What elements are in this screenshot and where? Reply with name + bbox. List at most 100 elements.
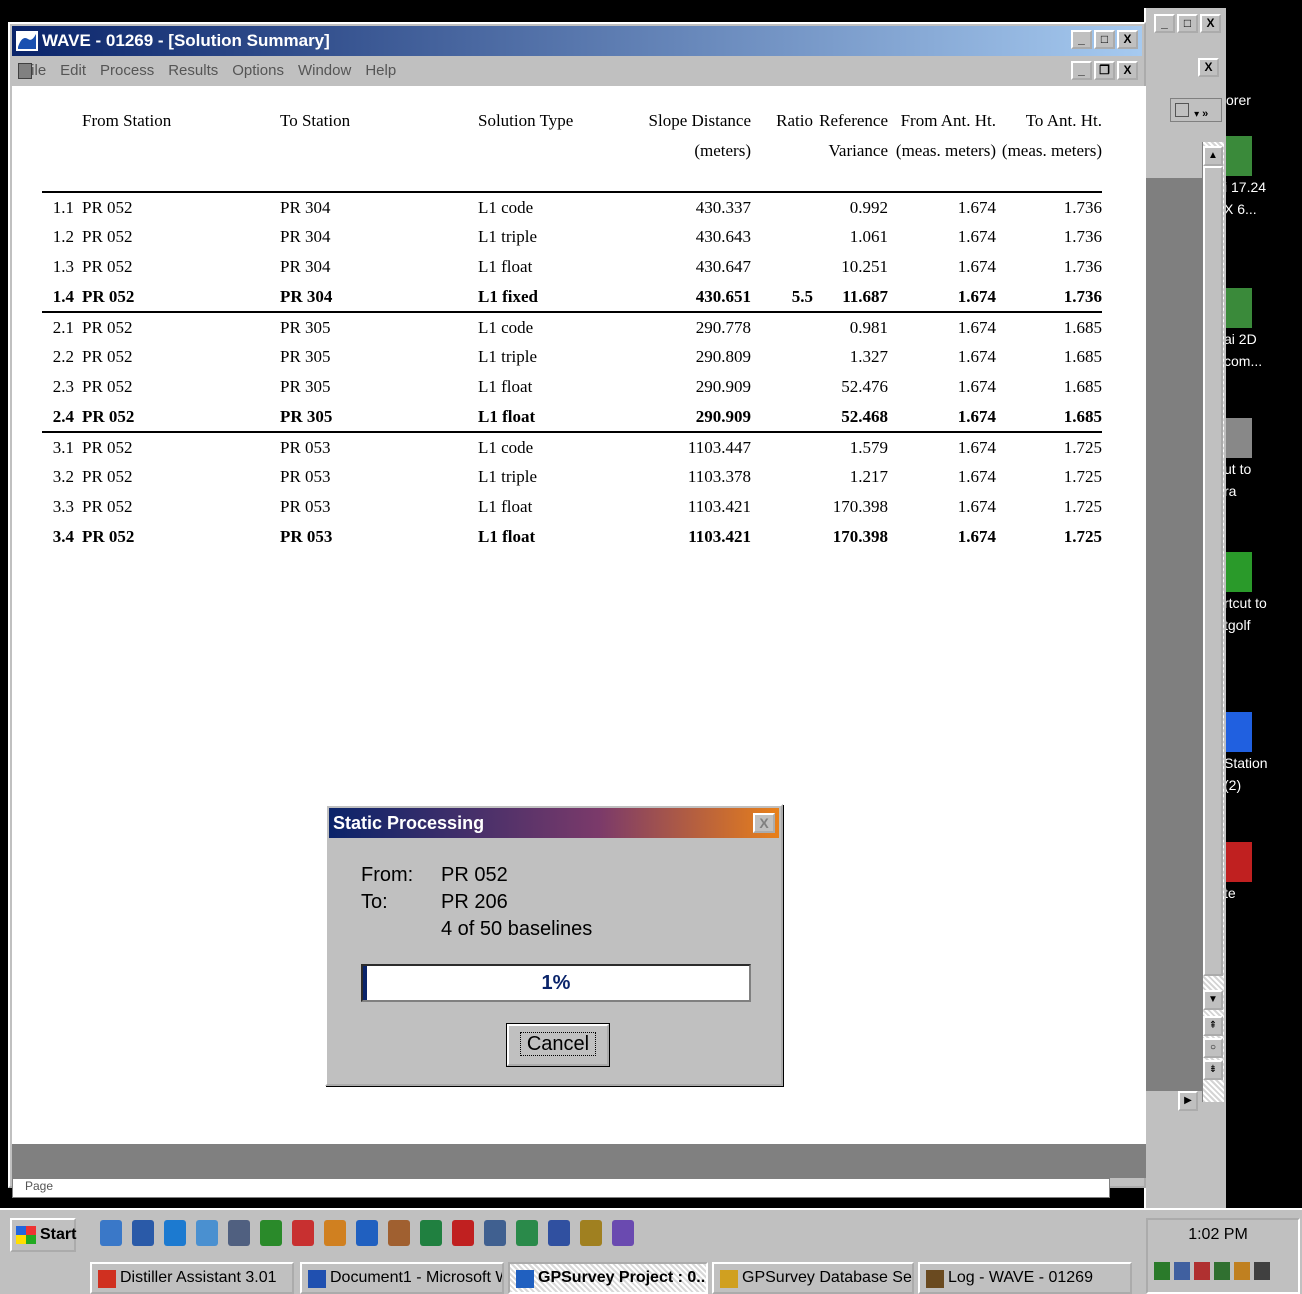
- menu-edit[interactable]: Edit: [60, 58, 86, 84]
- table-row[interactable]: 3.1 PR 052 PR 053 L1 code 1103.447 1.579 1.674…: [42, 432, 1102, 462]
- horizontal-scrollbar[interactable]: ▶: [1146, 1090, 1202, 1112]
- quick-launch-icon[interactable]: [292, 1220, 314, 1246]
- scroll-right-icon[interactable]: ▶: [1178, 1091, 1198, 1111]
- menu-options[interactable]: Options: [232, 58, 284, 84]
- row-reference-variance: 0.992: [849, 197, 888, 217]
- menu-help[interactable]: Help: [365, 58, 396, 84]
- quick-launch-icon[interactable]: [420, 1220, 442, 1246]
- row-from-ant-ht: 1.674: [957, 497, 996, 516]
- row-ratio: [751, 372, 813, 402]
- dialog-title-bar[interactable]: Static Processing X: [329, 808, 779, 838]
- row-to-station: PR 305: [280, 402, 478, 433]
- desktop-shortcut[interactable]: rtcut to tgolf: [1224, 552, 1302, 636]
- document-close-button[interactable]: X: [1117, 61, 1138, 80]
- quick-launch-icon[interactable]: [484, 1220, 506, 1246]
- quick-launch-icon[interactable]: [388, 1220, 410, 1246]
- taskbar-button[interactable]: Distiller Assistant 3.01: [90, 1262, 294, 1294]
- row-ratio: [751, 192, 813, 222]
- desktop-shortcut[interactable]: Station (2): [1224, 712, 1302, 796]
- taskbar-button[interactable]: GPSurvey Project : 0...: [508, 1262, 708, 1294]
- table-row[interactable]: 2.3 PR 052 PR 305 L1 float 290.909 52.476 1.67…: [42, 372, 1102, 402]
- taskbar-button[interactable]: Log - WAVE - 01269: [918, 1262, 1132, 1294]
- quick-launch-icon[interactable]: [324, 1220, 346, 1246]
- desktop-shortcut[interactable]: i 17.24 X 6...: [1224, 136, 1302, 220]
- maximize-button[interactable]: □: [1177, 14, 1198, 33]
- select-browse-object-icon[interactable]: ○: [1203, 1038, 1223, 1058]
- row-solution-type: L1 code: [478, 317, 534, 337]
- quick-launch-icon[interactable]: [100, 1220, 122, 1246]
- taskbar-button[interactable]: Document1 - Microsoft Word: [300, 1262, 504, 1294]
- row-from-station: PR 052: [82, 197, 133, 217]
- table-row[interactable]: 1.2 PR 052 PR 304 L1 triple 430.643 1.061 1.67…: [42, 222, 1102, 252]
- table-row[interactable]: 3.3 PR 052 PR 053 L1 float 1103.421 170.398 1.…: [42, 492, 1102, 522]
- taskbar-button[interactable]: GPSurvey Database Server: [712, 1262, 914, 1294]
- quick-launch-icon[interactable]: [612, 1220, 634, 1246]
- scroll-up-icon[interactable]: ▲: [1203, 146, 1223, 166]
- table-row[interactable]: 3.4 PR 052 PR 053 L1 float 1103.421 170.398 1.…: [42, 522, 1102, 552]
- shortcut-label: ai 2D com...: [1224, 331, 1263, 369]
- more-icon[interactable]: »: [1202, 108, 1208, 120]
- desktop-shortcut[interactable]: ai 2D com...: [1224, 288, 1302, 372]
- document-restore-button[interactable]: ❐: [1094, 61, 1115, 80]
- tray-icon[interactable]: [1234, 1262, 1250, 1280]
- row-id: 2.2: [52, 347, 74, 366]
- row-slope-distance: 1103.447: [687, 437, 751, 457]
- close-button[interactable]: X: [1200, 14, 1221, 33]
- menu-window[interactable]: Window: [298, 58, 351, 84]
- menu-process[interactable]: Process: [100, 58, 154, 84]
- scroll-thumb[interactable]: [1203, 166, 1223, 976]
- maximize-button[interactable]: □: [1094, 30, 1115, 49]
- quick-launch-icon[interactable]: [164, 1220, 186, 1246]
- dialog-close-button[interactable]: X: [753, 813, 775, 833]
- row-from-station: PR 052: [82, 437, 133, 457]
- table-row[interactable]: 1.4 PR 052 PR 304 L1 fixed 430.651 5.5 11.687 1…: [42, 282, 1102, 313]
- vertical-scrollbar[interactable]: ▲ ▼ ⇞ ○ ⇟: [1202, 142, 1224, 1102]
- table-row[interactable]: 2.2 PR 052 PR 305 L1 triple 290.809 1.327 1.67…: [42, 342, 1102, 372]
- next-page-icon[interactable]: ⇟: [1203, 1060, 1223, 1080]
- row-from-station: PR 052: [82, 347, 133, 366]
- desktop-shortcut[interactable]: te: [1224, 842, 1302, 904]
- close-button[interactable]: X: [1117, 30, 1138, 49]
- tray-icon[interactable]: [1254, 1262, 1270, 1280]
- toolbar-dropdown[interactable]: ▾ »: [1170, 98, 1222, 122]
- quick-launch-icon[interactable]: [516, 1220, 538, 1246]
- tray-icon[interactable]: [1214, 1262, 1230, 1280]
- quick-launch-icon[interactable]: [228, 1220, 250, 1246]
- document-icon[interactable]: [18, 63, 32, 79]
- quick-launch-icon[interactable]: [580, 1220, 602, 1246]
- row-from-station: PR 052: [82, 467, 133, 486]
- desktop-shortcut[interactable]: ut to ra: [1224, 418, 1302, 502]
- table-row[interactable]: 2.4 PR 052 PR 305 L1 float 290.909 52.468 1.67…: [42, 402, 1102, 433]
- title-bar[interactable]: WAVE - 01269 - [Solution Summary] _ □ X: [12, 26, 1142, 56]
- quick-launch-icon[interactable]: [452, 1220, 474, 1246]
- tray-icon[interactable]: [1194, 1262, 1210, 1280]
- close-document-button[interactable]: X: [1198, 58, 1219, 77]
- previous-page-icon[interactable]: ⇞: [1203, 1016, 1223, 1036]
- cancel-label: Cancel: [519, 1032, 597, 1056]
- row-slope-distance: 430.337: [695, 197, 751, 217]
- table-row[interactable]: 1.3 PR 052 PR 304 L1 float 430.647 10.251 1.67…: [42, 252, 1102, 282]
- cancel-button[interactable]: Cancel: [506, 1023, 610, 1067]
- table-row[interactable]: 1.1 PR 052 PR 304 L1 code 430.337 0.992 1.674 1…: [42, 192, 1102, 222]
- menu-results[interactable]: Results: [168, 58, 218, 84]
- quick-launch-icon[interactable]: [132, 1220, 154, 1246]
- tray-icon[interactable]: [1174, 1262, 1190, 1280]
- scroll-down-icon[interactable]: ▼: [1203, 990, 1223, 1010]
- row-reference-variance: 11.687: [813, 282, 888, 313]
- document-minimize-button[interactable]: _: [1071, 61, 1092, 80]
- row-to-station: PR 053: [280, 497, 331, 516]
- minimize-button[interactable]: _: [1154, 14, 1175, 33]
- start-button[interactable]: Start: [10, 1218, 76, 1252]
- quick-launch-icon[interactable]: [260, 1220, 282, 1246]
- table-row[interactable]: 2.1 PR 052 PR 305 L1 code 290.778 0.981 1.674 1…: [42, 312, 1102, 342]
- quick-launch-icon[interactable]: [548, 1220, 570, 1246]
- quick-launch-icon[interactable]: [356, 1220, 378, 1246]
- row-from-station: PR 052: [82, 402, 280, 433]
- minimize-button[interactable]: _: [1071, 30, 1092, 49]
- row-slope-distance: 430.651: [628, 282, 751, 313]
- tray-icon[interactable]: [1154, 1262, 1170, 1280]
- table-row[interactable]: 3.2 PR 052 PR 053 L1 triple 1103.378 1.217 1.6…: [42, 462, 1102, 492]
- clock[interactable]: 1:02 PM: [1148, 1226, 1288, 1244]
- quick-launch-icon[interactable]: [196, 1220, 218, 1246]
- row-from-station: PR 052: [82, 282, 280, 313]
